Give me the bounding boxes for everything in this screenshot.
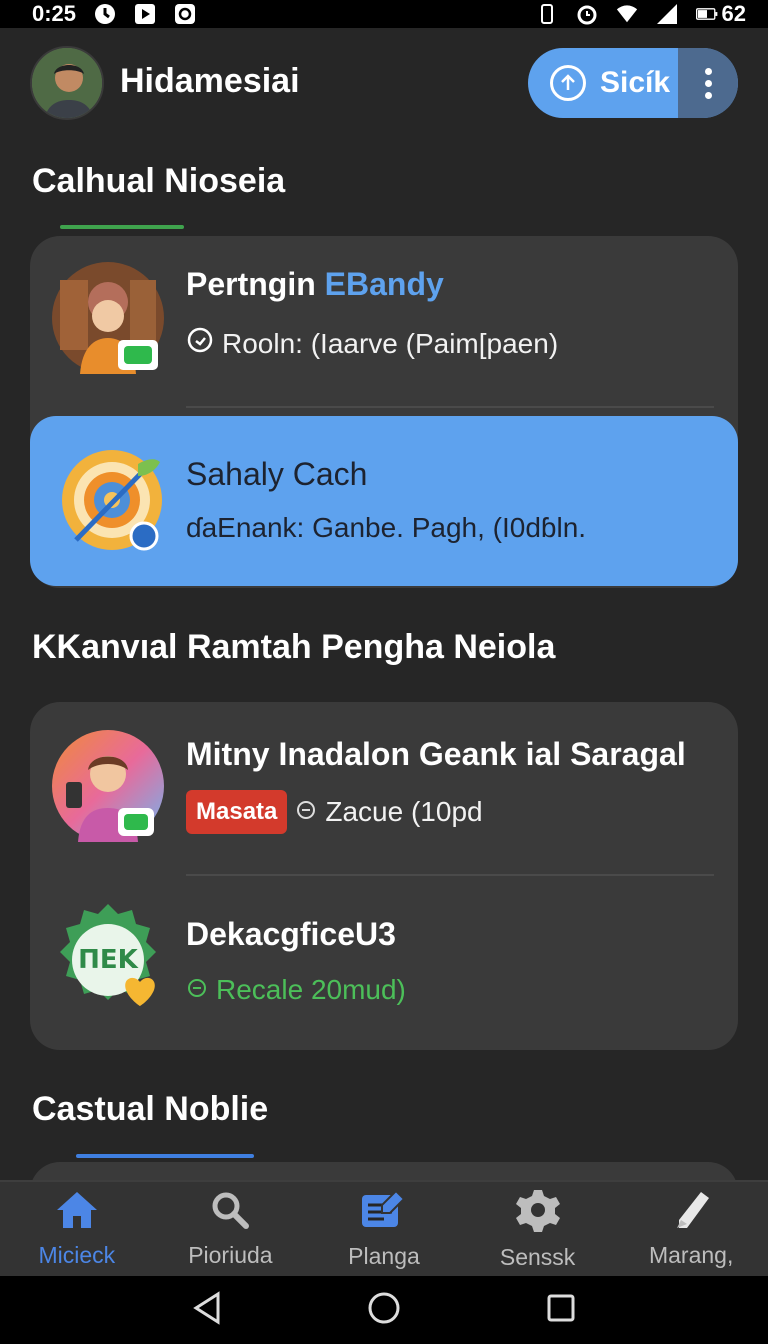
item-subtitle-text: Roοln: (Iaarve (Paim[paen)	[222, 327, 559, 359]
signal-icon	[656, 3, 678, 25]
section-title: Calhual Nioseia	[32, 162, 286, 200]
nav-item-search[interactable]: Pioriuda	[154, 1182, 308, 1276]
more-dot-icon	[704, 79, 712, 87]
play-icon	[134, 3, 156, 25]
item-title: Sahaly Cach	[186, 456, 368, 492]
clock-icon	[94, 3, 116, 25]
bottom-navigation: Micieck Pioriuda Planga Senssk Marang,	[0, 1180, 768, 1276]
clock-small-icon	[295, 796, 317, 828]
more-dot-icon	[704, 91, 712, 99]
item-title-accent: EBandy	[324, 266, 444, 302]
gear-icon	[515, 1188, 560, 1238]
app-notification-icon	[174, 3, 196, 25]
card: Mitny Inadalon Geank ial Saragal Masata …	[30, 702, 738, 1050]
nav-label: Micieck	[38, 1241, 116, 1268]
nav-item-notes[interactable]: Planga	[307, 1182, 461, 1276]
status-badge: Masata	[186, 790, 288, 834]
item-title: DekacgficeU3	[186, 916, 396, 952]
search-icon	[210, 1190, 250, 1236]
status-bar: 0:25 62	[0, 0, 768, 28]
item-title: Mitny Inadalon Geank ial Saragal	[186, 736, 686, 772]
list-item[interactable]: Mitny Inadalon Geank ial Saragal Masata …	[30, 702, 738, 876]
item-subtitle: ɗaEnank: Ganbe. Pagh, (I0dɓln.	[186, 512, 587, 543]
divider	[186, 406, 714, 408]
notes-icon	[360, 1189, 408, 1237]
list-item[interactable]: ΠEK DekacgficeU3 Recale 20mud)	[30, 876, 738, 1050]
app-title: Hidamesiai	[120, 62, 300, 100]
vibrate-icon	[536, 3, 558, 25]
nav-item-settings[interactable]: Senssk	[461, 1182, 615, 1276]
section-underline	[76, 1154, 254, 1158]
battery-level: 62	[721, 1, 746, 26]
item-subtitle: Masata Zacue (10pd	[186, 790, 483, 834]
nav-label: Planga	[348, 1242, 420, 1269]
wifi-icon	[616, 3, 638, 25]
status-time: 0:25	[32, 1, 77, 26]
back-icon[interactable]	[192, 1290, 222, 1330]
system-navigation-bar	[0, 1276, 768, 1344]
alarm-icon	[576, 3, 598, 25]
nek-badge-text: ΠEK	[78, 945, 139, 975]
sick-button-label: Sicík	[600, 66, 671, 99]
nav-item-manage[interactable]: Marang,	[614, 1182, 768, 1276]
sick-button[interactable]: Sicík	[528, 48, 678, 118]
list-item[interactable]: Pertngin EBandy Roοln: (Iaarve (Paim[pae…	[30, 236, 738, 408]
section-title: KKanvıal Ramtah Pengha Neiola	[32, 628, 556, 666]
section-title: Castual Noblie	[32, 1090, 269, 1128]
nav-label: Pioriuda	[188, 1241, 273, 1268]
item-subtitle-text: Zacue (10pd	[325, 796, 483, 827]
battery-icon	[695, 3, 718, 25]
app-header: Hidamesiai Sicík	[0, 28, 768, 140]
timer-icon	[186, 326, 214, 361]
item-subtitle-text: Recale 20mud)	[216, 974, 406, 1005]
item-title: Pertngin EBandy	[186, 266, 444, 303]
recents-icon[interactable]	[546, 1293, 576, 1328]
target-icon	[56, 444, 168, 556]
upload-icon	[550, 65, 586, 101]
clock-small-icon	[186, 974, 208, 1006]
pen-icon	[671, 1190, 711, 1236]
character-avatar-icon	[52, 730, 164, 842]
nav-item-home[interactable]: Micieck	[0, 1182, 154, 1276]
section-underline	[60, 225, 184, 229]
nav-label: Senssk	[499, 1243, 576, 1270]
home-icon	[55, 1190, 99, 1236]
nav-label: Marang,	[648, 1241, 734, 1268]
list-item-highlighted[interactable]: Sahaly Cach ɗaEnank: Ganbe. Pagh, (I0dɓl…	[30, 416, 738, 586]
item-title-text: Pertngin	[186, 266, 316, 302]
nek-badge-icon: ΠEK	[48, 900, 168, 1020]
item-subtitle: Recale 20mud)	[186, 974, 406, 1006]
more-dot-icon	[704, 67, 712, 75]
character-avatar-icon	[52, 262, 164, 374]
more-options-button[interactable]	[678, 48, 738, 118]
header-action-group: Sicík	[528, 48, 738, 118]
item-subtitle: Roοln: (Iaarve (Paim[paen)	[186, 326, 558, 361]
avatar[interactable]	[30, 46, 104, 120]
home-circle-icon[interactable]	[367, 1291, 401, 1330]
